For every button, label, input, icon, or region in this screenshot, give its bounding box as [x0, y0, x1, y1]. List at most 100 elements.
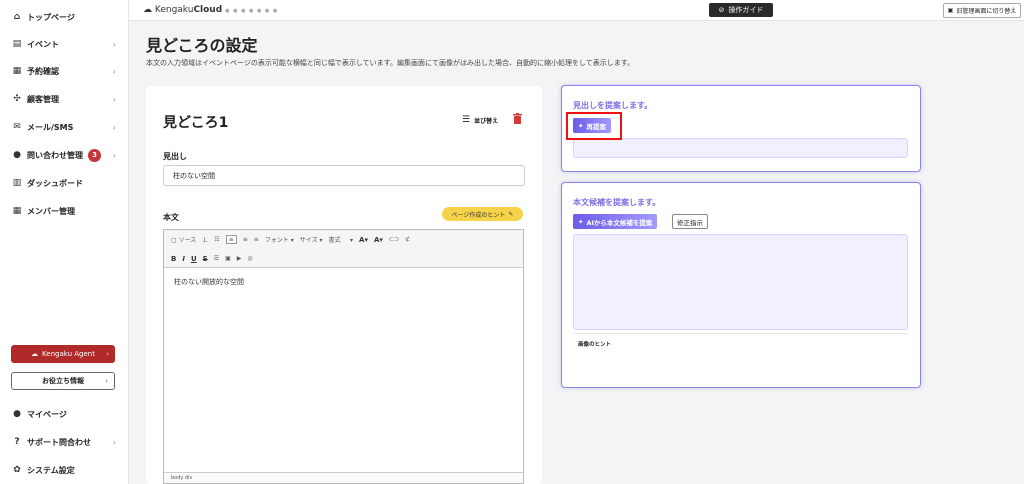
revise-instruction-button[interactable]: 修正指示 — [672, 214, 708, 229]
cloud-icon: ☁ — [31, 350, 39, 358]
rich-text-editor: ▢ ソース ⒈ ☷ ≡ ≡ ≡ フォント ▾ サイズ ▾ 書式 ▾ A▾ A▾ … — [163, 229, 524, 484]
sidebar-item-label: メール/SMS — [27, 122, 74, 132]
highlight-annotation-box — [566, 112, 622, 140]
cloud-logo-icon: ☁ — [143, 5, 155, 15]
sidebar-item-label: イベント — [27, 39, 59, 49]
ai-body-suggest-button[interactable]: ✦ AIから本文候補を提案 — [573, 214, 658, 229]
video-icon[interactable]: ▶ — [237, 255, 242, 262]
chart-icon: ▥ — [12, 178, 22, 188]
compass-icon: ⊘ — [718, 6, 725, 14]
bg-color-icon[interactable]: A▾ — [374, 236, 383, 244]
globe-icon[interactable]: ◎ — [247, 255, 252, 262]
font-select[interactable]: フォント ▾ — [265, 235, 294, 244]
italic-icon[interactable]: I — [182, 255, 185, 263]
calendar-icon: ▦ — [12, 66, 22, 76]
sidebar-item-chat[interactable]: ● 問い合わせ管理 3 › — [12, 146, 122, 164]
image-hint-area: 画像のヒント — [573, 333, 908, 375]
image-icon[interactable]: ▣ — [225, 255, 231, 262]
unlink-icon[interactable]: ⊄ — [405, 236, 410, 243]
mail-icon: ✉ — [13, 122, 21, 132]
editor-toolbar: ▢ ソース ⒈ ☷ ≡ ≡ ≡ フォント ▾ サイズ ▾ 書式 ▾ A▾ A▾ … — [164, 230, 523, 268]
align-center-icon[interactable]: ≡ — [243, 236, 248, 243]
editor-element-path: body div — [164, 472, 523, 483]
sidebar-item-label: システム設定 — [27, 465, 75, 475]
align-right-icon[interactable]: ≡ — [254, 236, 259, 243]
chat-icon: ● — [13, 150, 21, 160]
body-label: 本文 — [163, 213, 179, 222]
switch-icon: ▣ — [947, 7, 954, 14]
switch-old-admin-label: 旧管理画面に切り替え — [956, 8, 1017, 15]
document-icon: ▤ — [12, 39, 22, 49]
person-icon: ● — [13, 409, 21, 419]
text-color-icon[interactable]: A▾ — [359, 236, 368, 244]
font-select-label: フォント — [264, 237, 289, 244]
body-suggestion-textarea[interactable] — [573, 234, 908, 330]
kengaku-agent-label: Kengaku Agent — [42, 350, 95, 358]
useful-info-label: お役立ち情報 — [42, 377, 84, 385]
grid-icon: ▦ — [12, 206, 22, 216]
revise-instruction-label: 修正指示 — [677, 218, 703, 227]
page-title: 見どころの設定 — [146, 36, 258, 55]
sidebar-item-label: ダッシュボード — [27, 178, 83, 188]
sidebar-item-calendar[interactable]: ▦ 予約確認 › — [12, 62, 122, 80]
gear-icon: ✿ — [13, 465, 21, 475]
sidebar-item-document[interactable]: ▤ イベント › — [12, 35, 122, 53]
sidebar-item-grid[interactable]: ▦ メンバー管理 — [12, 202, 122, 220]
pencil-icon: ✎ — [508, 210, 514, 218]
chevron-right-icon: › — [112, 94, 116, 104]
sidebar-item-label: 顧客管理 — [27, 94, 59, 104]
top-bar: ☁ KengakuCloud ● ● ● ● ● ● ● ⊘ 操作ガイド ▣ 旧管… — [129, 0, 1024, 21]
sidebar: ⌂ トップページ ▤ イベント › ▦ 予約確認 › ✣ 顧客管理 › ✉ メール/SMS › ● 問い合わせ… — [0, 0, 129, 484]
sidebar-item-person[interactable]: ● マイページ — [12, 405, 122, 423]
kengaku-agent-button[interactable]: ☁ Kengaku Agent › — [11, 345, 115, 363]
source-button[interactable]: ▢ ソース — [171, 235, 196, 244]
sidebar-item-help[interactable]: ? サポート問合わせ › — [12, 433, 122, 451]
align-left-icon[interactable]: ≡ — [225, 235, 237, 244]
sidebar-item-label: 予約確認 — [27, 66, 59, 76]
sidebar-item-users[interactable]: ✣ 顧客管理 › — [12, 90, 122, 108]
sidebar-item-label: 問い合わせ管理 — [27, 150, 83, 160]
sidebar-item-chart[interactable]: ▥ ダッシュボード — [12, 174, 122, 192]
editor-body-text: 柱のない開放的な空間 — [174, 278, 244, 286]
format-select[interactable]: 書式 ▾ — [328, 235, 353, 244]
editor-body[interactable]: 柱のない開放的な空間 — [164, 268, 523, 468]
switch-old-admin-button[interactable]: ▣ 旧管理画面に切り替え — [943, 3, 1021, 18]
ai-body-suggest-label: AIから本文候補を提案 — [586, 218, 653, 227]
sidebar-item-home[interactable]: ⌂ トップページ — [12, 8, 122, 26]
bullet-list-icon[interactable]: ☷ — [214, 236, 219, 243]
chevron-right-icon: › — [112, 39, 116, 49]
body-suggestion-panel: 本文候補を提案します。 ✦ AIから本文候補を提案 修正指示 画像のヒント — [561, 182, 921, 388]
source-label: ソース — [178, 237, 197, 244]
bold-icon[interactable]: B — [171, 255, 176, 263]
heading-input[interactable]: 柱のない空間 — [163, 165, 525, 186]
chevron-right-icon: › — [106, 350, 109, 358]
notification-badge: 3 — [88, 148, 101, 162]
underline-icon[interactable]: U — [191, 255, 197, 263]
strikethrough-icon[interactable]: S — [203, 255, 208, 263]
sort-icon: ☰ — [462, 115, 471, 125]
useful-info-button[interactable]: お役立ち情報 › — [11, 372, 115, 390]
sort-label: 並び替え — [474, 117, 499, 125]
trash-icon[interactable] — [513, 113, 522, 124]
heading-suggestion-box — [573, 138, 908, 158]
users-icon: ✣ — [13, 94, 21, 104]
chevron-right-icon: › — [112, 437, 116, 447]
sidebar-item-mail[interactable]: ✉ メール/SMS › — [12, 118, 122, 136]
chevron-right-icon: › — [105, 377, 108, 385]
logo: ☁ KengakuCloud ● ● ● ● ● ● ● — [143, 5, 278, 15]
horizontal-rule-icon[interactable]: ☰ — [214, 255, 219, 262]
home-icon: ⌂ — [13, 12, 21, 22]
numbered-list-icon[interactable]: ⒈ — [202, 235, 208, 244]
link-icon[interactable]: ⊂⊃ — [389, 236, 399, 243]
operation-guide-button[interactable]: ⊘ 操作ガイド — [709, 3, 773, 17]
page-description: 本文の入力領域はイベントページの表示可能な横幅と同じ幅で表示しています。編集画面… — [146, 59, 635, 67]
sidebar-item-label: マイページ — [27, 409, 67, 419]
sort-button[interactable]: ☰ 並び替え — [462, 115, 498, 125]
sidebar-item-gear[interactable]: ✿ システム設定 — [12, 461, 122, 479]
page-creation-hint-button[interactable]: ページ作成のヒント ✎ — [442, 207, 523, 221]
size-select[interactable]: サイズ ▾ — [300, 235, 323, 244]
highlight-editor-card: 見どころ1 ☰ 並び替え 見出し 柱のない空間 本文 ページ作成のヒント ✎ ▢… — [146, 86, 542, 484]
element-path-text: body div — [171, 475, 193, 481]
logo-prefix: Kengaku — [154, 5, 194, 15]
sparkle-icon: ✦ — [578, 217, 584, 226]
